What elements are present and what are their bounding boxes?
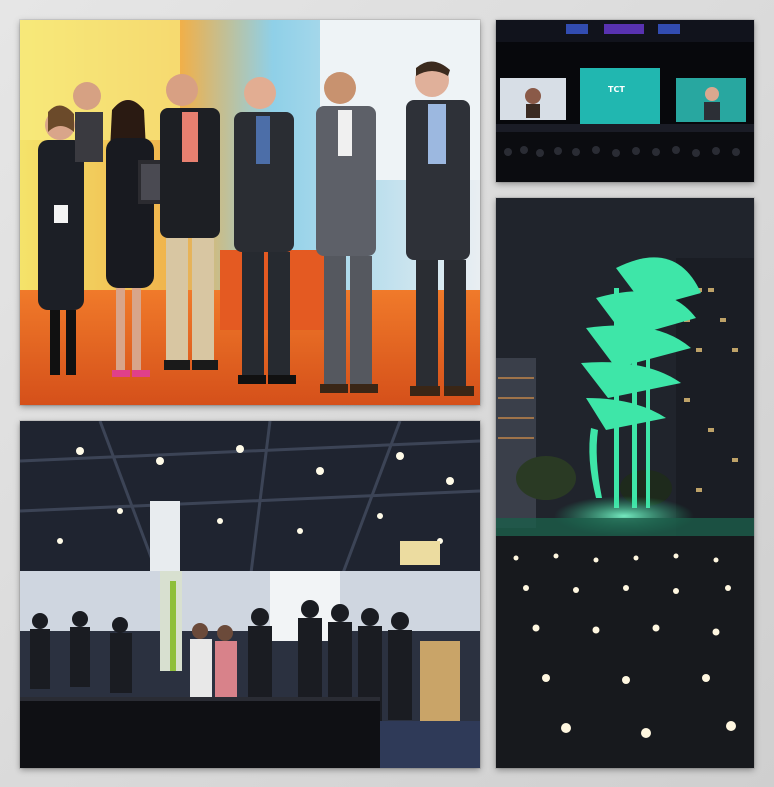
team-photo-image: [20, 20, 480, 405]
team-photo: [20, 20, 480, 405]
night-sculpture-image: [496, 198, 754, 768]
night-sculpture-photo: [496, 198, 754, 768]
photo-collage: TCT: [0, 0, 774, 787]
rope-barrier: [20, 701, 380, 768]
exhibit-hall-image: [20, 421, 480, 768]
keynote-stage-image: TCT: [496, 20, 754, 182]
screen-logo-text: TCT: [608, 85, 625, 94]
hanging-banner: [150, 501, 180, 571]
center-screen: [580, 68, 660, 124]
exhibit-hall-photo: [20, 421, 480, 768]
keynote-stage-photo: TCT: [496, 20, 754, 182]
